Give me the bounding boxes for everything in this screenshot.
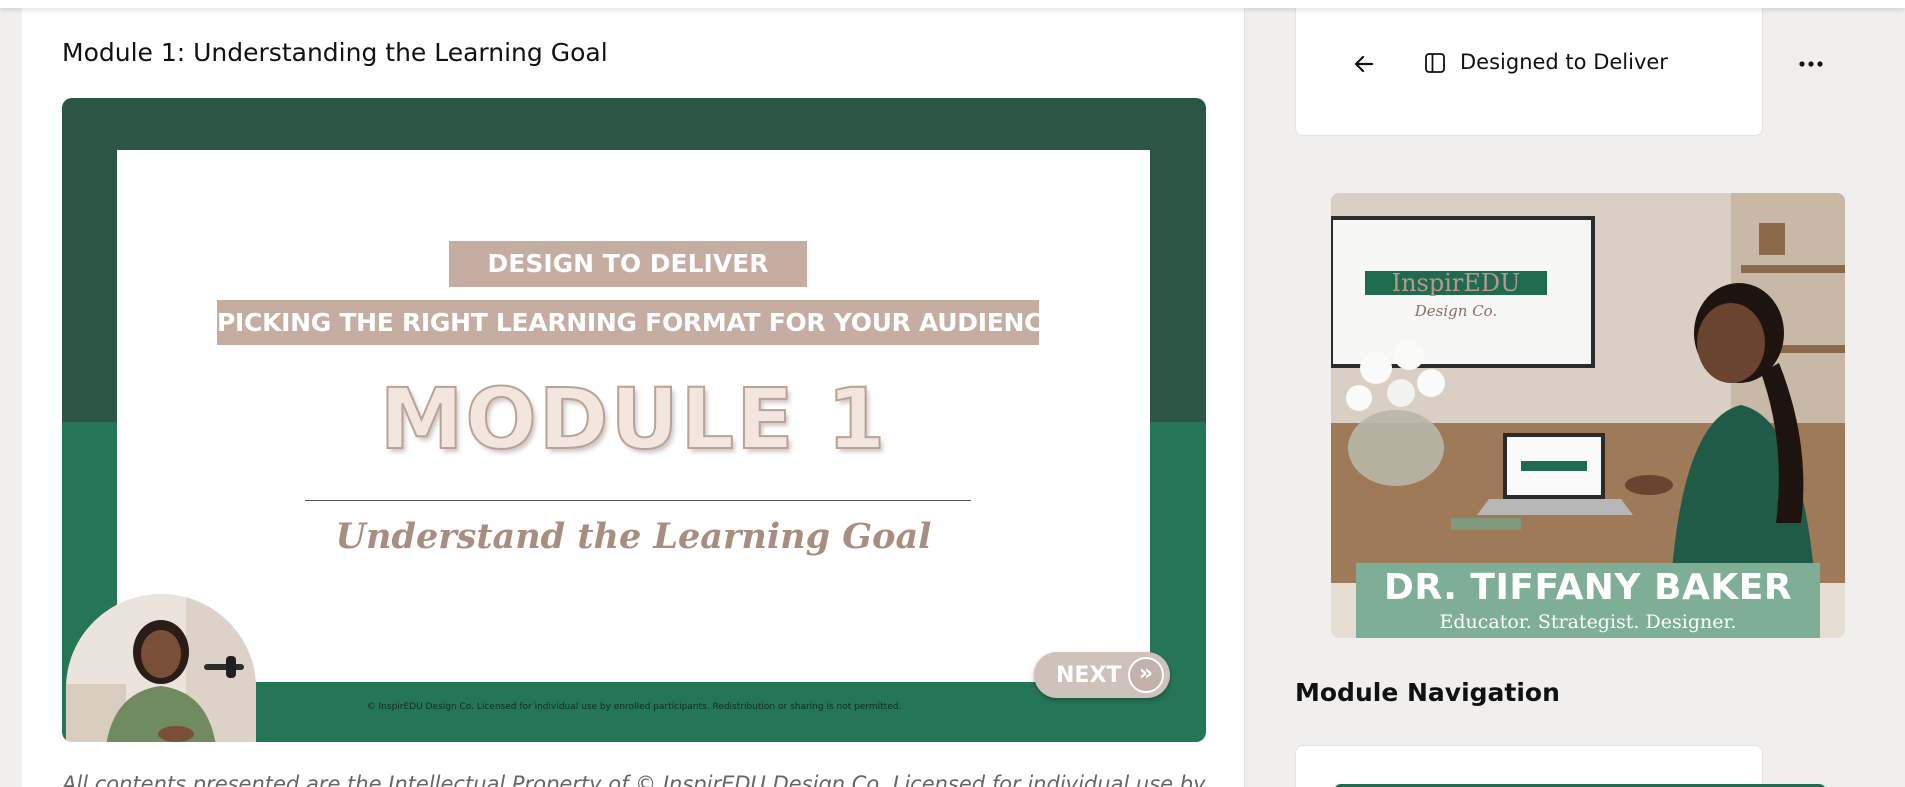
instructor-name: DR. TIFFANY BAKER [1383, 567, 1793, 608]
next-label: NEXT [1056, 662, 1122, 688]
module-navigation-card [1295, 745, 1826, 787]
slide-divider [305, 500, 971, 501]
course-subtitle-banner: PICKING THE RIGHT LEARNING FORMAT FOR YO… [217, 300, 1059, 345]
instructor-card: InspirEDU Design Co. DR. TIFFANY BAKER E… [1331, 193, 1845, 638]
instructor-banner: DR. TIFFANY BAKER Educator. Strategist. … [1356, 563, 1820, 638]
slide-canvas: DESIGN TO DELIVER PICKING THE RIGHT LEAR… [117, 150, 1150, 682]
sidebar-header: Designed to Deliver [1295, 0, 1823, 136]
ip-notice: All contents presented are the Intellect… [62, 772, 1206, 787]
next-button[interactable]: NEXT » [1034, 652, 1170, 698]
logo-script: Design Co. [1414, 302, 1497, 320]
course-title: Designed to Deliver [1460, 50, 1668, 74]
slide-subtitle: Understand the Learning Goal [335, 516, 932, 557]
module-navigation-heading: Module Navigation [1295, 678, 1560, 707]
logo-text: InspirEDU [1392, 269, 1521, 297]
top-bar [0, 0, 1905, 8]
sidebar-panel-icon[interactable] [1424, 52, 1446, 74]
module-heading: MODULE 1 [379, 369, 888, 469]
instructor-tagline: Educator. Strategist. Designer. [1439, 611, 1737, 633]
module-title: Module 1: Understanding the Learning Goa… [62, 38, 608, 67]
more-horizontal-icon[interactable] [1796, 52, 1826, 76]
double-chevron-right-icon: » [1128, 657, 1164, 693]
course-banner: DESIGN TO DELIVER [449, 241, 807, 287]
module-video-player[interactable]: DESIGN TO DELIVER PICKING THE RIGHT LEAR… [62, 98, 1206, 742]
arrow-left-icon[interactable] [1352, 52, 1376, 76]
